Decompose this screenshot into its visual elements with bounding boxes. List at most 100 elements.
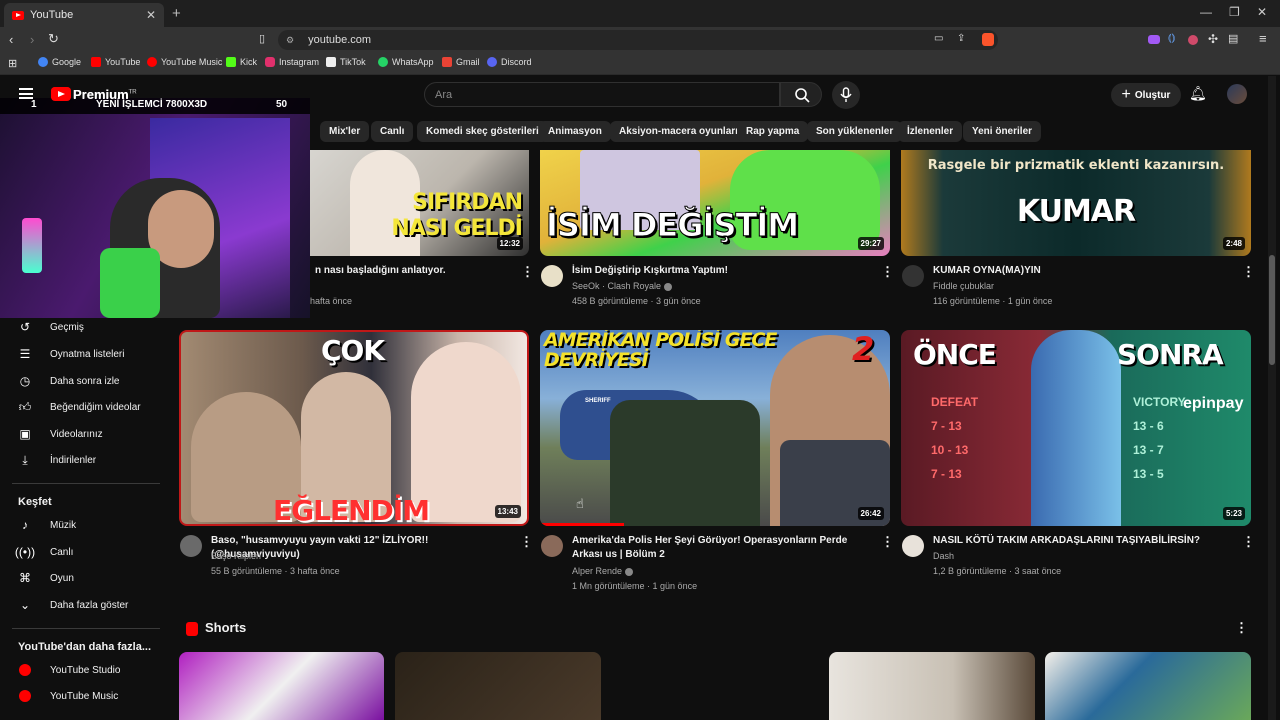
video-thumbnail[interactable]: SIFIRDAN NASI GELDİ 12:32	[300, 150, 529, 256]
channel-avatar[interactable]	[541, 535, 563, 557]
video-title[interactable]: Amerika'da Polis Her Şeyi Görüyor! Opera…	[572, 534, 872, 562]
channel-avatar[interactable]	[902, 535, 924, 557]
sidebar-toggle-icon[interactable]: ▤	[1228, 32, 1238, 45]
address-bar[interactable]: ⚙ youtube.com	[278, 30, 998, 50]
bookmark-google[interactable]: Google	[38, 57, 81, 67]
video-thumbnail[interactable]: İSİM DEĞİŞTİM 29:27	[540, 150, 890, 256]
channel-name[interactable]: SeeOk · Clash Royale	[572, 279, 673, 293]
sidebar-item-your-videos[interactable]: ▣ Videolarınız	[18, 423, 102, 445]
short-thumbnail[interactable]	[179, 652, 384, 720]
chip-recently-uploaded[interactable]: Son yüklenenler	[807, 121, 903, 142]
bookmark-gmail[interactable]: Gmail	[442, 57, 480, 67]
video-meta: 458 B görüntüleme · 3 gün önce	[572, 296, 701, 306]
browser-menu-icon[interactable]: ≡	[1259, 31, 1267, 46]
video-title[interactable]: n nası başladığını anlatıyor.	[315, 264, 505, 278]
duration-badge: 12:32	[496, 237, 523, 250]
sidebar-item-show-more[interactable]: ⌄ Daha fazla göster	[18, 594, 128, 616]
video-thumbnail[interactable]: ÖNCE SONRA epinpay DEFEAT 7 - 13 10 - 13…	[901, 330, 1251, 526]
sidebar-item-watch-later[interactable]: ◷ Daha sonra izle	[18, 370, 120, 392]
chip-mixes[interactable]: Mix'ler	[320, 121, 370, 142]
bookmark-tiktok[interactable]: TikTok	[326, 57, 366, 67]
bookmark-whatsapp[interactable]: WhatsApp	[378, 57, 434, 67]
tab-close-icon[interactable]: ✕	[146, 8, 156, 22]
share-icon[interactable]: ⇪	[957, 33, 965, 44]
bookmark-kick[interactable]: Kick	[226, 57, 257, 67]
thumbnail-brand: epinpay	[1183, 395, 1244, 412]
extension-wave-icon[interactable]: ⦅⦆	[1168, 32, 1175, 45]
site-info-icon[interactable]: ⚙	[286, 35, 294, 46]
hamburger-menu-icon[interactable]	[19, 88, 33, 99]
more-options-icon[interactable]: ⋮	[1242, 534, 1255, 550]
chip-watched[interactable]: İzlenenler	[898, 121, 963, 142]
sidebar-item-playlists[interactable]: ☰ Oynatma listeleri	[18, 343, 125, 365]
channel-name[interactable]: Alper Rende	[572, 564, 634, 578]
more-options-icon[interactable]: ⋮	[881, 264, 894, 280]
sidebar-item-youtube-music[interactable]: YouTube Music	[18, 685, 118, 707]
bookmark-discord[interactable]: Discord	[487, 57, 532, 67]
minimize-icon[interactable]: —	[1200, 5, 1212, 19]
thumbnail-part-number: 2	[852, 330, 874, 368]
bookmark-youtube-music[interactable]: YouTube Music	[147, 57, 222, 67]
channel-avatar[interactable]	[541, 265, 563, 287]
channel-name[interactable]: Dash	[933, 549, 954, 563]
page-scrollbar[interactable]	[1268, 76, 1276, 720]
brave-shield-icon[interactable]	[982, 33, 994, 46]
notifications-bell-icon[interactable]: 🔔︎	[1189, 85, 1207, 102]
sidebar-item-youtube-studio[interactable]: YouTube Studio	[18, 659, 120, 681]
sidebar-item-history[interactable]: ↺ Geçmiş	[18, 316, 84, 338]
sidebar-item-live[interactable]: ((•)) Canlı	[15, 541, 73, 563]
video-title[interactable]: KUMAR OYNA(MA)YIN	[933, 264, 1233, 278]
sidebar-item-liked-videos[interactable]: 👍︎ Beğendiğim videolar	[18, 396, 141, 418]
video-thumbnail[interactable]: ÇOK EĞLENDİM 13:43	[179, 330, 529, 526]
more-options-icon[interactable]: ⋮	[881, 534, 894, 550]
more-options-icon[interactable]: ⋮	[520, 534, 533, 550]
bookmark-instagram[interactable]: Instagram	[265, 57, 319, 67]
scrollbar-thumb[interactable]	[1269, 255, 1275, 365]
back-icon[interactable]: ‹	[9, 32, 13, 47]
video-thumbnail[interactable]: AMERİKAN POLİSİ GECE DEVRİYESİ 2 SHERIFF…	[540, 330, 890, 526]
chip-new-to-you[interactable]: Yeni öneriler	[963, 121, 1042, 142]
chip-comedy[interactable]: Komedi skeç gösterileri	[417, 121, 548, 142]
sidebar-item-gaming[interactable]: ⌘ Oyun	[18, 567, 74, 589]
more-options-icon[interactable]: ⋮	[1242, 264, 1255, 280]
bookmark-youtube[interactable]: YouTube	[91, 57, 140, 67]
extension-record-icon[interactable]	[1188, 35, 1198, 45]
channel-avatar[interactable]	[902, 265, 924, 287]
video-title[interactable]: NASIL KÖTÜ TAKIM ARKADAŞLARINI TAŞIYABİL…	[933, 534, 1233, 548]
chip-live[interactable]: Canlı	[371, 121, 414, 142]
channel-name[interactable]: Başo Klipleri	[211, 549, 261, 563]
channel-avatar[interactable]	[180, 535, 202, 557]
search-input[interactable]: Ara	[424, 82, 780, 107]
bookmark-icon[interactable]: ▯	[259, 32, 265, 45]
window-close-icon[interactable]: ✕	[1257, 5, 1267, 19]
extension-vpn-icon[interactable]	[1148, 35, 1160, 44]
apps-grid-icon[interactable]: ⊞	[8, 57, 17, 70]
short-thumbnail[interactable]	[829, 652, 1035, 720]
chip-rap[interactable]: Rap yapma	[737, 121, 809, 142]
account-avatar[interactable]	[1227, 84, 1247, 104]
short-thumbnail[interactable]	[1045, 652, 1251, 720]
voice-search-button[interactable]	[832, 81, 860, 109]
new-tab-button[interactable]: +	[172, 5, 181, 22]
chip-animation[interactable]: Animasyon	[539, 121, 611, 142]
youtube-logo-icon[interactable]	[51, 87, 71, 101]
shorts-more-options-icon[interactable]: ⋮	[1235, 620, 1248, 636]
chip-action-adventure[interactable]: Aksiyon-macera oyunları	[610, 121, 747, 142]
sidebar-item-music[interactable]: ♪ Müzik	[18, 514, 76, 536]
sidebar-item-downloads[interactable]: ⤓ İndirilenler	[18, 449, 96, 471]
search-button[interactable]	[780, 82, 822, 107]
youtube-premium-logo[interactable]: PremiumTR	[73, 87, 137, 102]
restore-icon[interactable]: ❐	[1229, 5, 1240, 19]
short-thumbnail[interactable]	[395, 652, 601, 720]
browser-tab-youtube[interactable]: YouTube ✕	[4, 3, 164, 27]
channel-name[interactable]: Fiddle çubuklar	[933, 279, 994, 293]
forward-icon[interactable]: ›	[30, 32, 34, 47]
cast-icon[interactable]: ▭	[934, 33, 943, 44]
reload-icon[interactable]: ↻	[48, 31, 59, 47]
extensions-puzzle-icon[interactable]: ✣	[1208, 32, 1218, 46]
more-options-icon[interactable]: ⋮	[521, 264, 534, 280]
video-title[interactable]: İsim Değiştirip Kışkırtma Yaptım!	[572, 264, 872, 278]
create-button[interactable]: + Oluştur	[1111, 83, 1181, 107]
video-thumbnail[interactable]: Rasgele bir prizmatik eklenti kazanırsın…	[901, 150, 1251, 256]
microphone-icon	[840, 87, 852, 102]
